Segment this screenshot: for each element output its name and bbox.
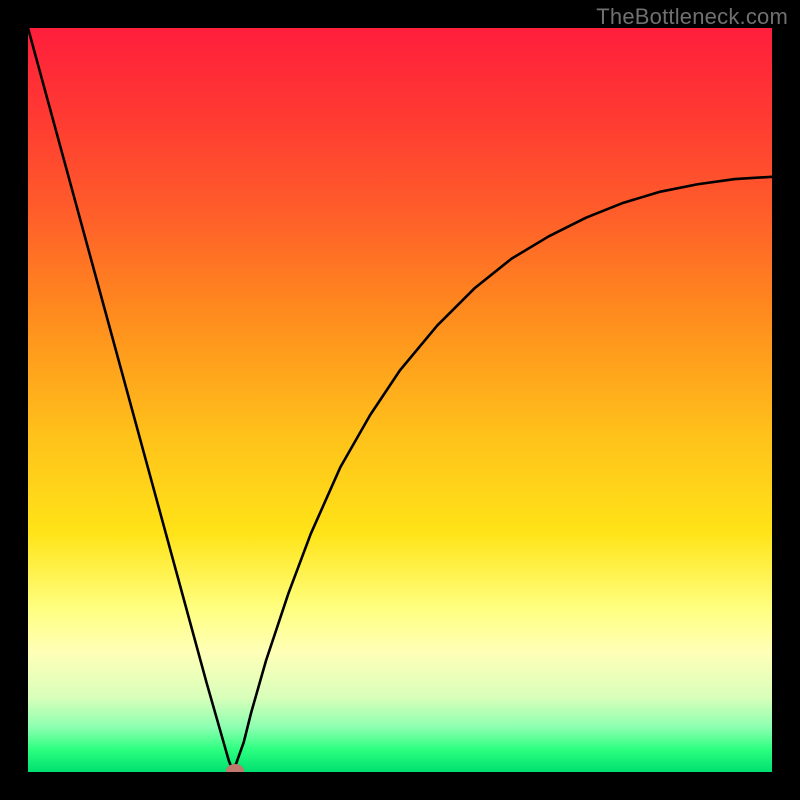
watermark-text: TheBottleneck.com	[596, 4, 788, 30]
plot-area	[28, 28, 772, 772]
chart-frame: TheBottleneck.com	[0, 0, 800, 800]
bottleneck-curve	[28, 28, 772, 772]
